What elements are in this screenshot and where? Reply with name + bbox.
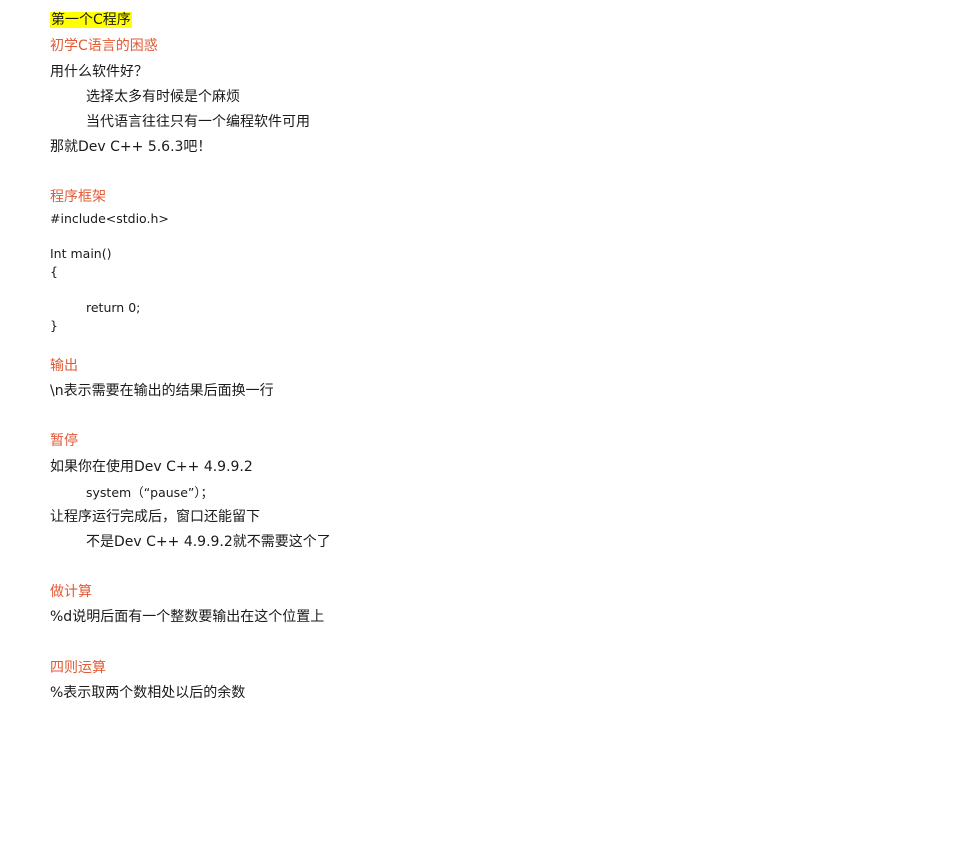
- body-text: %表示取两个数相处以后的余数: [50, 685, 246, 701]
- section-heading-output: 输出: [50, 358, 78, 374]
- body-text: 如果你在使用Dev C++ 4.9.9.2: [50, 459, 253, 475]
- body-text: 让程序运行完成后，窗口还能留下: [50, 509, 260, 525]
- code-line: #include<stdio.h>: [50, 211, 169, 226]
- body-text: 那就Dev C++ 5.6.3吧！: [50, 139, 212, 155]
- body-text: 用什么软件好？: [50, 64, 148, 80]
- code-line: {: [50, 264, 58, 279]
- body-text-indented: 当代语言往往只有一个编程软件可用: [86, 114, 310, 130]
- document-title-line: 第一个C程序: [50, 10, 132, 30]
- body-text-indented: 选择太多有时候是个麻烦: [86, 89, 240, 105]
- code-line: }: [50, 318, 58, 333]
- section-heading-confusion: 初学C语言的困惑: [50, 38, 158, 54]
- body-text-indented: 不是Dev C++ 4.9.9.2就不需要这个了: [86, 534, 331, 550]
- section-heading-calc: 做计算: [50, 584, 92, 600]
- code-line-indented: return 0;: [86, 300, 141, 315]
- body-text: \n表示需要在输出的结果后面换一行: [50, 383, 274, 399]
- section-heading-pause: 暂停: [50, 433, 78, 449]
- document-title: 第一个C程序: [50, 12, 132, 28]
- section-heading-arith: 四则运算: [50, 660, 106, 676]
- code-line-indented: system（“pause”）；: [86, 485, 214, 500]
- body-text: %d说明后面有一个整数要输出在这个位置上: [50, 609, 325, 625]
- section-heading-framework: 程序框架: [50, 189, 106, 205]
- code-line: Int main(): [50, 246, 112, 261]
